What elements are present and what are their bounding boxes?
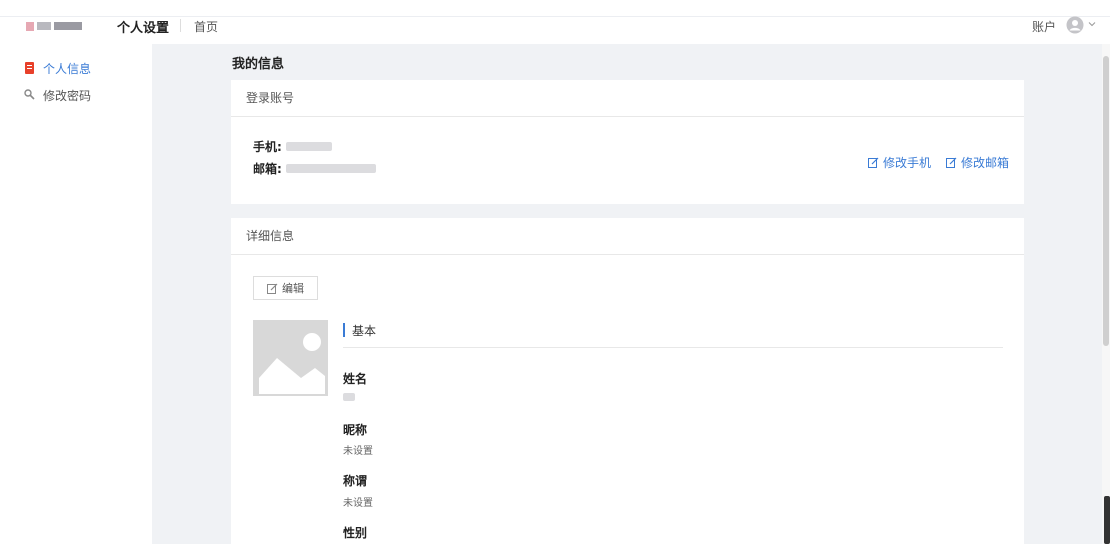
email-label: 邮箱: <box>253 162 282 176</box>
sidebar: 个人信息 修改密码 <box>0 44 152 544</box>
edit-phone-label: 修改手机 <box>883 156 932 170</box>
home-link[interactable]: 首页 <box>194 18 218 35</box>
app-title: 个人设置 <box>117 21 170 36</box>
account-link[interactable]: 账户 <box>1032 18 1056 35</box>
edit-icon <box>267 283 278 294</box>
field-label-name: 姓名 <box>343 372 368 386</box>
scroll-bottom-handle[interactable] <box>1104 496 1110 544</box>
vertical-scrollbar[interactable] <box>1102 44 1110 544</box>
email-value-redacted <box>285 164 376 173</box>
field-value-title: 未设置 <box>343 498 373 509</box>
field-value-nickname: 未设置 <box>343 446 373 457</box>
avatar-image-placeholder[interactable] <box>253 320 328 396</box>
section-accent-bar <box>343 323 345 337</box>
edit-phone-link[interactable]: 修改手机 <box>868 154 931 171</box>
edit-icon <box>946 157 957 168</box>
edit-email-label: 修改邮箱 <box>961 156 1010 170</box>
field-label-nickname: 昵称 <box>343 423 368 437</box>
edit-icon <box>868 157 879 168</box>
key-icon <box>24 89 35 100</box>
sidebar-item-change-password[interactable]: 修改密码 <box>24 86 91 104</box>
sidebar-item-label: 修改密码 <box>43 88 92 103</box>
email-row: 邮箱: <box>253 160 376 177</box>
name-value-redacted <box>343 393 355 401</box>
title-separator <box>180 19 181 32</box>
phone-value-redacted <box>285 142 332 151</box>
logo[interactable] <box>26 21 86 31</box>
card-title: 登录账号 <box>231 80 1024 117</box>
phone-row: 手机: <box>253 138 332 155</box>
card-title: 详细信息 <box>231 218 1024 255</box>
edit-button-label: 编辑 <box>282 282 304 295</box>
field-label-gender: 性别 <box>343 526 368 540</box>
page-title: 我的信息 <box>232 57 285 72</box>
document-icon <box>25 62 34 74</box>
main-content: 我的信息 登录账号 手机: 邮箱: 修改手机 修改邮箱 详细信息 编辑 基本 姓… <box>152 44 1102 544</box>
detail-info-card: 详细信息 编辑 基本 姓名 昵称 未设置 称谓 未设置 性别 <box>231 218 1024 544</box>
chevron-down-icon[interactable] <box>1088 20 1096 28</box>
login-account-card: 登录账号 手机: 邮箱: 修改手机 修改邮箱 <box>231 80 1024 204</box>
user-avatar-icon[interactable] <box>1066 16 1084 34</box>
phone-label: 手机: <box>253 140 282 154</box>
edit-button[interactable]: 编辑 <box>253 276 318 300</box>
scrollbar-thumb[interactable] <box>1103 56 1109 346</box>
section-header-basic: 基本 <box>343 320 1003 348</box>
section-title: 基本 <box>352 324 377 338</box>
sidebar-item-profile[interactable]: 个人信息 <box>24 59 91 77</box>
field-label-title: 称谓 <box>343 474 368 488</box>
edit-email-link[interactable]: 修改邮箱 <box>946 154 1009 171</box>
image-icon <box>253 320 328 396</box>
sidebar-item-label: 个人信息 <box>43 61 92 76</box>
